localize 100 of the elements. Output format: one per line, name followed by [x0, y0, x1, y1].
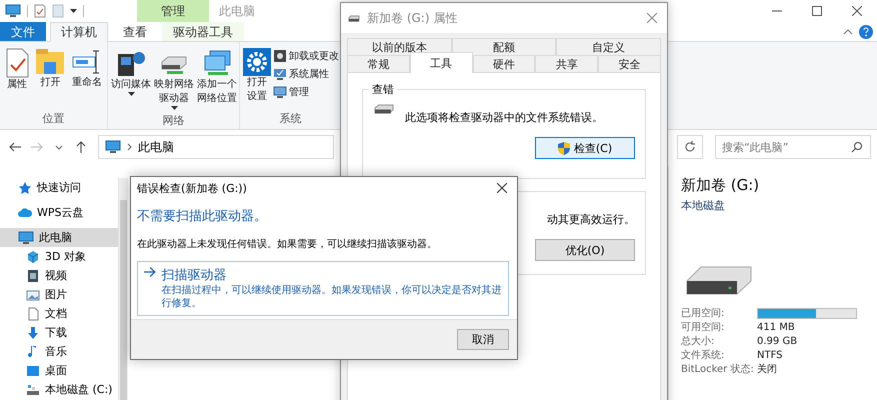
ribbon-tab[interactable]: 驱动器工具	[162, 22, 244, 41]
group-title: 查错	[369, 82, 397, 97]
cancel-button[interactable]: 取消	[457, 329, 509, 350]
document-icon	[26, 306, 40, 320]
chevron-down-icon	[55, 144, 63, 150]
group-text: 此选项将检查驱动器中的文件系统错误。	[405, 110, 604, 125]
action-button[interactable]: 优化(O)	[535, 239, 635, 261]
settings-icon	[243, 48, 271, 76]
property-label: 文件系统:	[681, 349, 726, 362]
nav-item[interactable]: WPS云盘	[0, 203, 118, 222]
collapse-icon	[843, 28, 853, 34]
ribbon-command[interactable]: 属性	[3, 46, 32, 111]
tab[interactable]: 工具	[410, 52, 473, 73]
ribbon-command[interactable]: 添加一个 网络位置	[196, 46, 238, 113]
forward-arrow-icon	[31, 142, 43, 152]
page-icon	[52, 4, 64, 18]
dialog-title: 错误检查(新加卷 (G:))	[137, 180, 248, 196]
property-label: 可用空间:	[681, 321, 726, 334]
property-label: 已用空间:	[681, 307, 726, 320]
action-button[interactable]: 检查(C)	[535, 137, 635, 159]
computer-icon	[105, 140, 121, 154]
ribbon-tab[interactable]: 文件	[0, 22, 46, 41]
caret-icon	[70, 8, 77, 14]
address-field[interactable]: 此电脑	[98, 135, 334, 159]
tab[interactable]: 安全	[598, 55, 661, 72]
close-icon	[647, 13, 657, 23]
dialog-message: 在此驱动器上未发现任何错误。如果需要，可以继续扫描该驱动器。	[137, 238, 438, 251]
help-icon	[859, 24, 873, 38]
tab[interactable]: 硬件	[472, 55, 536, 72]
computer-icon	[5, 4, 21, 18]
desktop-icon	[26, 364, 40, 378]
nav-item[interactable]: 本地磁盘 (C:)	[0, 380, 118, 399]
tab[interactable]: 常规	[347, 55, 410, 72]
search-field[interactable]: 搜索“此电脑”	[715, 135, 871, 159]
folder-icon	[35, 48, 66, 76]
shield-icon	[558, 142, 570, 154]
scrollbar[interactable]	[118, 178, 128, 400]
search-icon	[851, 141, 863, 153]
monitor-icon	[273, 67, 287, 81]
drive-type: 本地磁盘	[681, 198, 726, 213]
ribbon-command[interactable]: 卸载或更改	[273, 48, 339, 64]
property-label: 总大小:	[681, 335, 716, 348]
tab[interactable]: 自定义	[556, 38, 662, 55]
caret-icon	[128, 92, 134, 97]
download-icon	[26, 326, 40, 340]
close-icon	[497, 183, 507, 193]
network-icon	[202, 48, 232, 78]
program-icon	[273, 49, 287, 63]
nav-item[interactable]: 下载	[0, 323, 118, 342]
document-check-icon	[4, 48, 30, 78]
drive-icon	[26, 382, 40, 396]
picture-icon	[26, 288, 40, 302]
context-tab-label: 管理	[137, 0, 209, 22]
property-value: NTFS	[757, 349, 784, 362]
nav-item[interactable]: 图片	[0, 285, 118, 304]
back-arrow-icon	[9, 142, 21, 152]
scan-command-link[interactable]: 扫描驱动器 在扫描过程中，可以继续使用驱动器。如果发现错误，你可以决定是否对其进行修复。	[137, 261, 509, 316]
chevron-icon	[127, 143, 132, 151]
property-value: 0.99 GB	[757, 335, 798, 348]
refresh-button[interactable]	[677, 135, 703, 159]
nav-item[interactable]: 视频	[0, 266, 118, 285]
ribbon-command[interactable]: 管理	[273, 84, 339, 100]
nav-item[interactable]: 音乐	[0, 342, 118, 361]
window-title: 此电脑	[219, 2, 255, 20]
ribbon-command[interactable]: 系统属性	[273, 66, 339, 82]
computer-icon	[273, 85, 287, 99]
nav-item[interactable]: 文档	[0, 304, 118, 323]
ribbon-command[interactable]: 映射网络 驱动器	[153, 46, 195, 113]
group-label: 系统	[278, 111, 302, 127]
film-icon	[26, 268, 40, 282]
property-value: 411 MB	[757, 321, 796, 334]
computer-icon	[18, 230, 34, 244]
tab[interactable]: 共享	[535, 55, 598, 72]
refresh-icon	[684, 141, 696, 153]
document-check-icon	[34, 4, 46, 18]
nav-item[interactable]: 3D 对象	[0, 247, 118, 266]
ribbon-tab[interactable]: 计算机	[50, 22, 108, 42]
ribbon-command[interactable]: 重命名	[70, 46, 104, 111]
property-value: 关闭	[757, 363, 778, 376]
nav-item[interactable]: 快速访问	[0, 178, 118, 197]
group-label: 网络	[162, 113, 186, 128]
ribbon-command[interactable]: 打开 设置	[242, 46, 272, 111]
nav-item[interactable]: 此电脑	[0, 228, 118, 247]
drive-icon	[373, 104, 395, 114]
tab[interactable]: 以前的版本	[347, 38, 452, 55]
cube-icon	[26, 250, 40, 264]
maximize-icon	[812, 6, 822, 16]
up-arrow-icon	[76, 141, 86, 153]
drive-name: 新加卷 (G:)	[681, 176, 760, 195]
window-title: 新加卷 (G:) 属性	[367, 10, 458, 26]
star-icon	[18, 180, 32, 194]
cloud-icon	[18, 206, 32, 220]
nav-item[interactable]: 桌面	[0, 361, 118, 380]
ribbon-command[interactable]: 打开	[34, 46, 66, 111]
tab[interactable]: 配额	[452, 38, 556, 55]
group-label: 位置	[42, 111, 66, 127]
ribbon-command[interactable]: 访问媒体	[110, 46, 152, 113]
group-text: 动其更高效运行。	[546, 212, 635, 227]
arrow-icon	[144, 266, 157, 278]
property-label: BitLocker 状态:	[681, 363, 755, 376]
